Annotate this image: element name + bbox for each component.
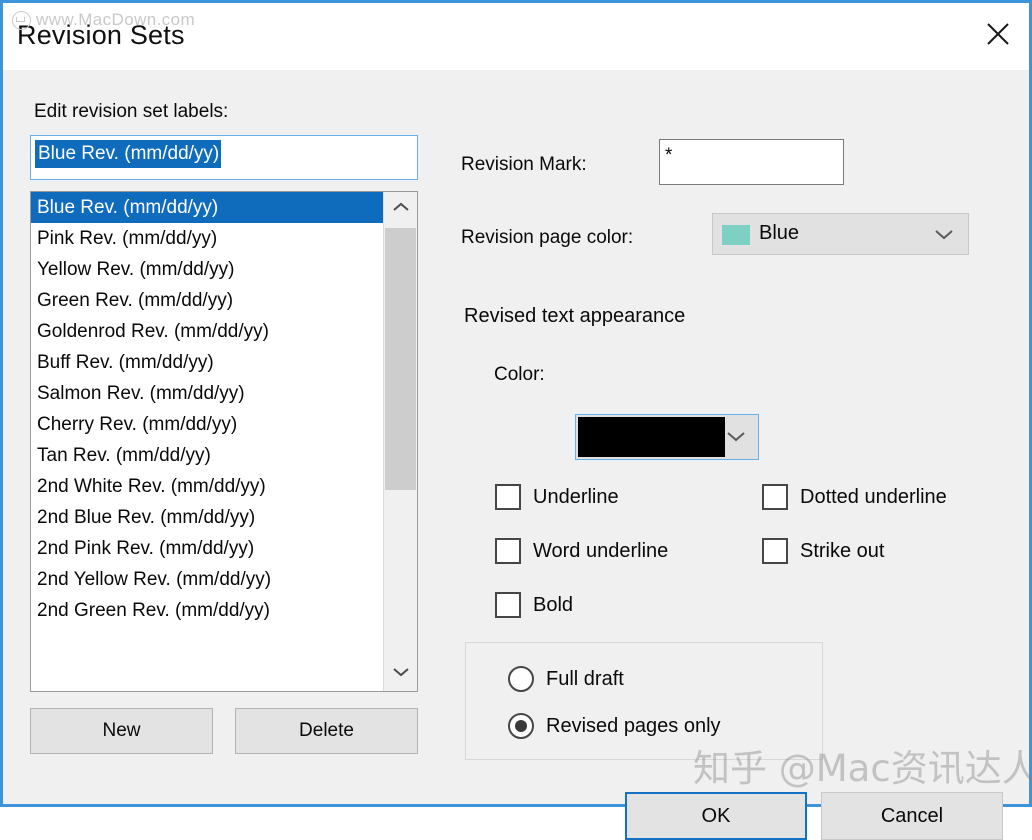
checkbox-box xyxy=(762,484,788,510)
revision-page-color-select[interactable]: Blue xyxy=(712,213,969,255)
revised-text-appearance-title: Revised text appearance xyxy=(464,305,686,327)
scroll-up-button[interactable] xyxy=(384,192,417,226)
checkbox-dotted-underline[interactable]: Dotted underline xyxy=(762,484,947,510)
radio-label: Full draft xyxy=(546,667,624,690)
draft-mode-group: Full draft Revised pages only xyxy=(465,642,823,760)
revision-mark-value: * xyxy=(665,145,673,166)
text-color-swatch xyxy=(578,417,725,457)
listbox-scrollbar[interactable] xyxy=(383,192,417,691)
cancel-button[interactable]: Cancel xyxy=(821,792,1003,840)
checkbox-bold[interactable]: Bold xyxy=(495,592,573,618)
chevron-up-icon xyxy=(392,200,410,218)
title-bar: Revision Sets xyxy=(3,3,1029,70)
page-color-swatch xyxy=(722,225,750,245)
scrollbar-thumb[interactable] xyxy=(385,228,416,490)
list-item[interactable]: 2nd White Rev. (mm/dd/yy) xyxy=(31,471,383,502)
checkbox-label: Dotted underline xyxy=(800,485,947,508)
revision-mark-input[interactable]: * xyxy=(659,139,844,185)
edit-labels-caption: Edit revision set labels: xyxy=(34,101,229,122)
revision-sets-list: Blue Rev. (mm/dd/yy) Pink Rev. (mm/dd/yy)… xyxy=(31,192,383,691)
radio-circle xyxy=(508,713,534,739)
ok-button[interactable]: OK xyxy=(625,792,807,840)
revision-sets-listbox[interactable]: Blue Rev. (mm/dd/yy) Pink Rev. (mm/dd/yy)… xyxy=(30,191,418,692)
radio-circle xyxy=(508,666,534,692)
close-button[interactable] xyxy=(967,3,1029,65)
checkbox-label: Bold xyxy=(533,593,574,616)
text-color-label: Color: xyxy=(494,364,545,385)
label-text-input[interactable]: Blue Rev. (mm/dd/yy) xyxy=(30,135,418,180)
chevron-down-icon xyxy=(725,429,747,448)
scroll-down-button[interactable] xyxy=(384,657,417,691)
radio-label: Revised pages only xyxy=(546,714,721,737)
delete-button[interactable]: Delete xyxy=(235,708,418,754)
list-item[interactable]: Pink Rev. (mm/dd/yy) xyxy=(31,223,383,254)
page-title: Revision Sets xyxy=(17,20,185,50)
checkbox-strike-out[interactable]: Strike out xyxy=(762,538,884,564)
checkbox-word-underline[interactable]: Word underline xyxy=(495,538,668,564)
radio-revised-pages-only[interactable]: Revised pages only xyxy=(508,713,721,739)
label-text-input-value: Blue Rev. (mm/dd/yy) xyxy=(35,140,222,168)
checkbox-label: Strike out xyxy=(800,539,885,562)
checkbox-box xyxy=(762,538,788,564)
chevron-down-icon xyxy=(933,227,955,246)
list-item[interactable]: Blue Rev. (mm/dd/yy) xyxy=(31,192,383,223)
list-item[interactable]: Goldenrod Rev. (mm/dd/yy) xyxy=(31,316,383,347)
checkbox-label: Underline xyxy=(533,485,619,508)
page-color-value: Blue xyxy=(759,222,800,244)
list-item[interactable]: Salmon Rev. (mm/dd/yy) xyxy=(31,378,383,409)
list-item[interactable]: 2nd Pink Rev. (mm/dd/yy) xyxy=(31,533,383,564)
list-item[interactable]: Cherry Rev. (mm/dd/yy) xyxy=(31,409,383,440)
revision-page-color-label: Revision page color: xyxy=(461,227,634,248)
list-item[interactable]: 2nd Green Rev. (mm/dd/yy) xyxy=(31,595,383,626)
close-icon xyxy=(983,19,1013,49)
radio-full-draft[interactable]: Full draft xyxy=(508,666,624,692)
text-color-select[interactable] xyxy=(575,414,759,460)
revision-sets-dialog: Revision Sets Edit revision set labels: … xyxy=(0,0,1032,840)
new-button[interactable]: New xyxy=(30,708,213,754)
list-item[interactable]: Tan Rev. (mm/dd/yy) xyxy=(31,440,383,471)
checkbox-box xyxy=(495,592,521,618)
chevron-down-icon xyxy=(392,665,410,683)
list-item[interactable]: 2nd Blue Rev. (mm/dd/yy) xyxy=(31,502,383,533)
list-item[interactable]: 2nd Yellow Rev. (mm/dd/yy) xyxy=(31,564,383,595)
list-item[interactable]: Yellow Rev. (mm/dd/yy) xyxy=(31,254,383,285)
list-item[interactable]: Green Rev. (mm/dd/yy) xyxy=(31,285,383,316)
checkbox-underline[interactable]: Underline xyxy=(495,484,619,510)
dialog-body: Edit revision set labels: Blue Rev. (mm/… xyxy=(3,70,1029,840)
checkbox-label: Word underline xyxy=(533,539,669,562)
revision-mark-label: Revision Mark: xyxy=(461,154,587,175)
checkbox-box xyxy=(495,538,521,564)
checkbox-box xyxy=(495,484,521,510)
list-item[interactable]: Buff Rev. (mm/dd/yy) xyxy=(31,347,383,378)
